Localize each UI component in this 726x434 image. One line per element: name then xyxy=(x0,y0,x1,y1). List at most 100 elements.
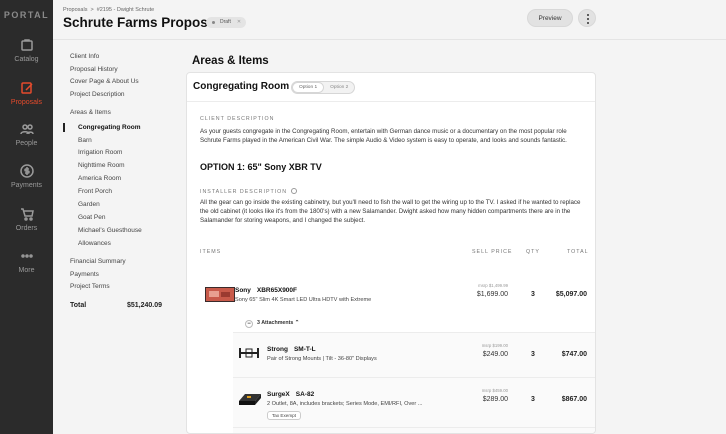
page-header: Proposals > #2195 - Dwight Schrute Schrute… xyxy=(53,0,726,40)
page-title: Schrute Farms Proposal xyxy=(63,15,220,30)
preview-button[interactable]: Preview xyxy=(527,9,573,27)
item-price: $1,699.00 xyxy=(476,291,508,298)
nav-goat-pen[interactable]: Goat Pen xyxy=(78,214,105,221)
item-msrp: msrp $1,499.99 xyxy=(478,283,508,288)
item-name[interactable]: Sony XBR65X900F xyxy=(235,287,297,294)
app-rail: PORTAL Catalog Proposals People Payments… xyxy=(0,0,53,434)
rail-item-more[interactable]: More xyxy=(0,249,53,274)
kebab-dot-icon xyxy=(587,22,589,24)
sell-price-column-header: SELL PRICE xyxy=(472,249,513,255)
nav-barn[interactable]: Barn xyxy=(78,137,92,144)
nav-front-porch[interactable]: Front Porch xyxy=(78,188,112,195)
people-icon xyxy=(19,124,34,135)
status-badge-label: Draft xyxy=(220,19,231,25)
item-brand: Sony xyxy=(235,287,251,294)
nav-irrigation-room[interactable]: Irrigation Room xyxy=(78,149,122,156)
proposal-sections-nav: Client Info Proposal History Cover Page … xyxy=(53,40,177,434)
divider xyxy=(233,427,595,428)
rail-item-label: More xyxy=(18,267,35,274)
divider xyxy=(233,332,595,333)
divider xyxy=(187,101,595,102)
client-description-label: CLIENT DESCRIPTION xyxy=(200,116,275,122)
surge-protector-product-image xyxy=(239,394,261,405)
attachment-msrp: msrp $199.00 xyxy=(481,343,508,348)
item-model: XBR65X900F xyxy=(256,287,298,294)
installer-description-text: All the gear can go inside the existing … xyxy=(200,199,581,224)
rail-item-proposals[interactable]: Proposals xyxy=(0,81,53,106)
option-1-tab[interactable]: Option 1 xyxy=(292,82,325,93)
nav-project-terms[interactable]: Project Terms xyxy=(70,283,110,290)
status-badge[interactable]: Draft ✕ xyxy=(206,17,247,28)
active-indicator xyxy=(63,123,65,132)
option-title: OPTION 1: 65" Sony XBR TV xyxy=(200,162,322,172)
rail-item-label: Orders xyxy=(15,225,38,232)
total-label: Total xyxy=(70,302,87,309)
chevron-up-icon: ⌃ xyxy=(293,320,300,326)
nav-client-info[interactable]: Client Info xyxy=(70,53,99,60)
breadcrumb: Proposals > #2195 - Dwight Schrute xyxy=(63,7,157,13)
nav-project-description[interactable]: Project Description xyxy=(70,91,125,98)
minus-icon: − xyxy=(245,320,253,328)
item-total: $5,097.00 xyxy=(555,291,587,298)
attachment-name[interactable]: Strong SM-T-L xyxy=(267,346,316,353)
nav-nighttime-room[interactable]: Nighttime Room xyxy=(78,162,125,169)
attachment-model: SA-82 xyxy=(295,391,315,398)
attachment-price: $249.00 xyxy=(482,351,508,358)
nav-congregating-room[interactable]: Congregating Room xyxy=(78,124,140,131)
attachment-total: $747.00 xyxy=(561,351,587,358)
nav-payments[interactable]: Payments xyxy=(70,271,99,278)
attachment-brand: Strong xyxy=(267,346,288,353)
orders-icon xyxy=(20,208,34,221)
nav-cover-page[interactable]: Cover Page & About Us xyxy=(70,78,139,85)
item-description: Sony 65" Slim 4K Smart LED Ultra HDTV wi… xyxy=(235,297,372,303)
section-heading: Areas & Items xyxy=(192,55,269,67)
attachment-model: SM-T-L xyxy=(293,346,316,353)
breadcrumb-link-proposals[interactable]: Proposals xyxy=(63,7,87,13)
app-logo[interactable]: PORTAL xyxy=(0,10,53,20)
proposals-icon xyxy=(20,82,33,94)
attachment-description: 2 Outlet, 8A, includes brackets; Series … xyxy=(267,401,423,407)
rail-item-people[interactable]: People xyxy=(0,122,53,147)
nav-garden[interactable]: Garden xyxy=(78,201,100,208)
nav-michaels-guesthouse[interactable]: Michael's Guesthouse xyxy=(78,227,142,234)
rail-item-catalog[interactable]: Catalog xyxy=(0,38,53,63)
nav-america-room[interactable]: America Room xyxy=(78,175,121,182)
kebab-dot-icon xyxy=(587,18,589,20)
payments-icon xyxy=(19,164,34,178)
total-column-header: TOTAL xyxy=(567,249,589,255)
rail-item-label: People xyxy=(15,140,38,147)
client-description-text: As your guests congregate in the Congreg… xyxy=(200,128,567,144)
rail-item-orders[interactable]: Orders xyxy=(0,207,53,232)
attachment-description: Pair of Strong Mounts | Tilt - 36-80" Di… xyxy=(267,356,377,362)
attachment-price: $289.00 xyxy=(482,396,508,403)
qty-column-header: QTY xyxy=(526,249,540,255)
attachment-total: $867.00 xyxy=(561,396,587,403)
installer-description-label: INSTALLER DESCRIPTION xyxy=(200,188,298,195)
nav-proposal-history[interactable]: Proposal History xyxy=(70,66,118,73)
attachment-brand: SurgeX xyxy=(267,391,290,398)
info-icon[interactable] xyxy=(291,188,298,194)
rail-item-label: Proposals xyxy=(10,99,43,106)
breadcrumb-current: #2195 - Dwight Schrute xyxy=(96,7,155,13)
items-column-header: ITEMS xyxy=(200,249,222,255)
rail-item-payments[interactable]: Payments xyxy=(0,164,53,189)
attachments-toggle[interactable]: −3 Attachments ⌃ xyxy=(245,320,299,328)
close-icon[interactable]: ✕ xyxy=(237,19,241,25)
breadcrumb-separator: > xyxy=(90,7,94,13)
divider xyxy=(233,377,595,378)
nav-allowances[interactable]: Allowances xyxy=(78,240,111,247)
more-menu-button[interactable] xyxy=(578,9,596,27)
tax-exempt-badge: Tax Exempt xyxy=(267,411,301,420)
catalog-icon xyxy=(20,39,33,51)
attachment-name[interactable]: SurgeX SA-82 xyxy=(267,391,314,398)
installer-description-label-text: INSTALLER DESCRIPTION xyxy=(200,189,288,195)
rail-item-label: Payments xyxy=(10,182,43,189)
kebab-dot-icon xyxy=(587,14,589,16)
option-2-tab[interactable]: Option 2 xyxy=(324,82,354,93)
tv-product-image xyxy=(205,287,235,302)
option-toggle: Option 1 Option 2 xyxy=(291,81,356,94)
attachment-msrp: msrp $459.00 xyxy=(481,388,508,393)
nav-financial-summary[interactable]: Financial Summary xyxy=(70,258,126,265)
nav-areas-items[interactable]: Areas & Items xyxy=(70,109,111,116)
rail-item-label: Catalog xyxy=(14,56,39,63)
